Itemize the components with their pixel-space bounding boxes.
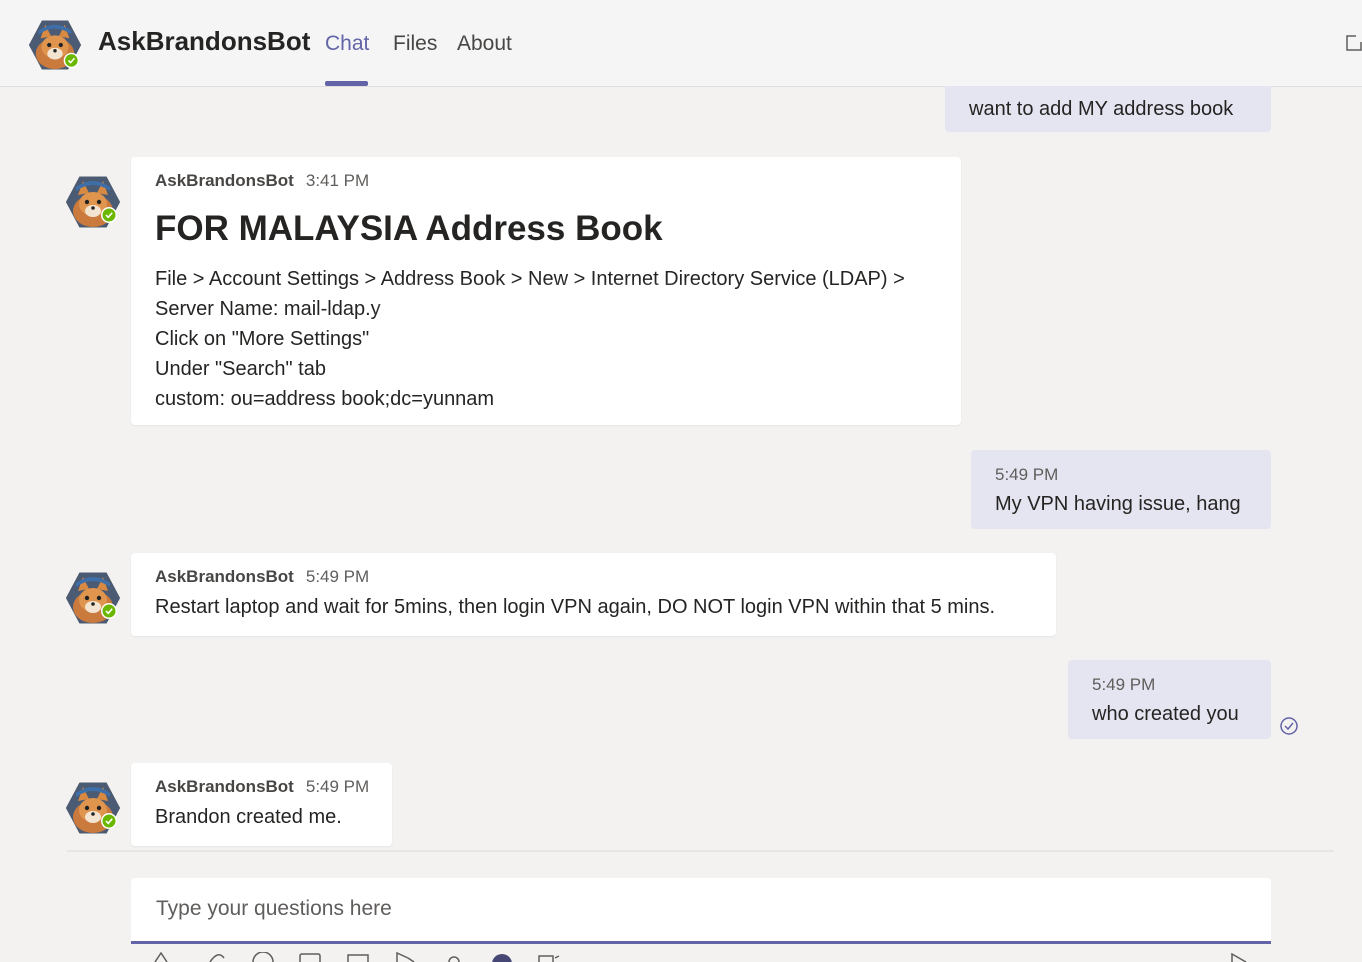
bot-avatar-icon[interactable]	[66, 781, 120, 835]
message-timestamp: 5:49 PM	[1092, 675, 1156, 694]
app-header: AskBrandonsBot Chat Files About	[0, 0, 1362, 87]
status-available-icon	[62, 51, 80, 69]
card-line: File > Account Settings > Address Book >…	[155, 268, 905, 290]
my-message: 5:49 PM who created you	[1068, 660, 1271, 739]
sender-name: AskBrandonsBot	[155, 567, 294, 586]
send-icon[interactable]	[1228, 952, 1250, 962]
message-meta: AskBrandonsBot 3:41 PM	[155, 171, 369, 191]
bot-avatar-icon[interactable]	[29, 19, 81, 71]
stream-icon[interactable]	[491, 952, 513, 962]
message-timestamp: 5:49 PM	[995, 465, 1059, 484]
gif-icon[interactable]	[299, 952, 321, 962]
my-message: want to add MY address book	[945, 86, 1271, 132]
message-meta: AskBrandonsBot 5:49 PM	[155, 777, 369, 797]
popout-icon[interactable]	[1344, 33, 1362, 53]
message-text: want to add MY address book	[969, 98, 1234, 120]
message-timestamp: 5:49 PM	[305, 567, 370, 586]
status-available-icon	[100, 602, 118, 620]
bot-avatar-icon[interactable]	[66, 175, 120, 229]
redaction-blur	[515, 389, 695, 409]
message-text: who created you	[1092, 703, 1239, 725]
location-icon[interactable]	[443, 952, 465, 962]
message-text: My VPN having issue, hang	[995, 493, 1241, 515]
card-line: Under "Search" tab	[155, 358, 326, 380]
status-available-icon	[100, 206, 118, 224]
divider	[67, 850, 1334, 852]
compose-box[interactable]	[131, 878, 1271, 944]
sender-name: AskBrandonsBot	[155, 777, 294, 796]
tab-chat[interactable]: Chat	[325, 32, 369, 56]
card-heading: FOR MALAYSIA Address Book	[155, 209, 663, 248]
message-input[interactable]	[154, 896, 1248, 922]
bot-message: AskBrandonsBot 3:41 PM FOR MALAYSIA Addre…	[131, 157, 961, 425]
more-icon[interactable]	[538, 952, 560, 962]
message-text: Restart laptop and wait for 5mins, then …	[155, 596, 996, 618]
sender-name: AskBrandonsBot	[155, 171, 294, 190]
message-timestamp: 5:49 PM	[305, 777, 370, 796]
bot-message: AskBrandonsBot 5:49 PM Restart laptop and…	[131, 553, 1056, 636]
status-available-icon	[100, 812, 118, 830]
sticker-icon[interactable]	[347, 952, 369, 962]
meet-icon[interactable]	[394, 952, 416, 962]
active-tab-indicator	[325, 81, 368, 86]
read-receipt-icon	[1280, 717, 1298, 735]
message-timestamp: 3:41 PM	[305, 171, 370, 190]
message-text: Brandon created me.	[155, 806, 342, 828]
message-meta: AskBrandonsBot 5:49 PM	[155, 567, 369, 587]
card-line: Click on "More Settings"	[155, 328, 370, 350]
bot-message: AskBrandonsBot 5:49 PM Brandon created me…	[131, 763, 392, 846]
bot-avatar-icon[interactable]	[66, 571, 120, 625]
attach-icon[interactable]	[204, 952, 226, 962]
app-title: AskBrandonsBot	[98, 26, 311, 56]
tab-about[interactable]: About	[457, 32, 512, 56]
redaction-blur	[393, 299, 693, 319]
format-icon[interactable]	[150, 952, 172, 962]
my-message: 5:49 PM My VPN having issue, hang	[971, 450, 1271, 529]
tab-files[interactable]: Files	[393, 32, 437, 56]
emoji-icon[interactable]	[252, 952, 274, 962]
